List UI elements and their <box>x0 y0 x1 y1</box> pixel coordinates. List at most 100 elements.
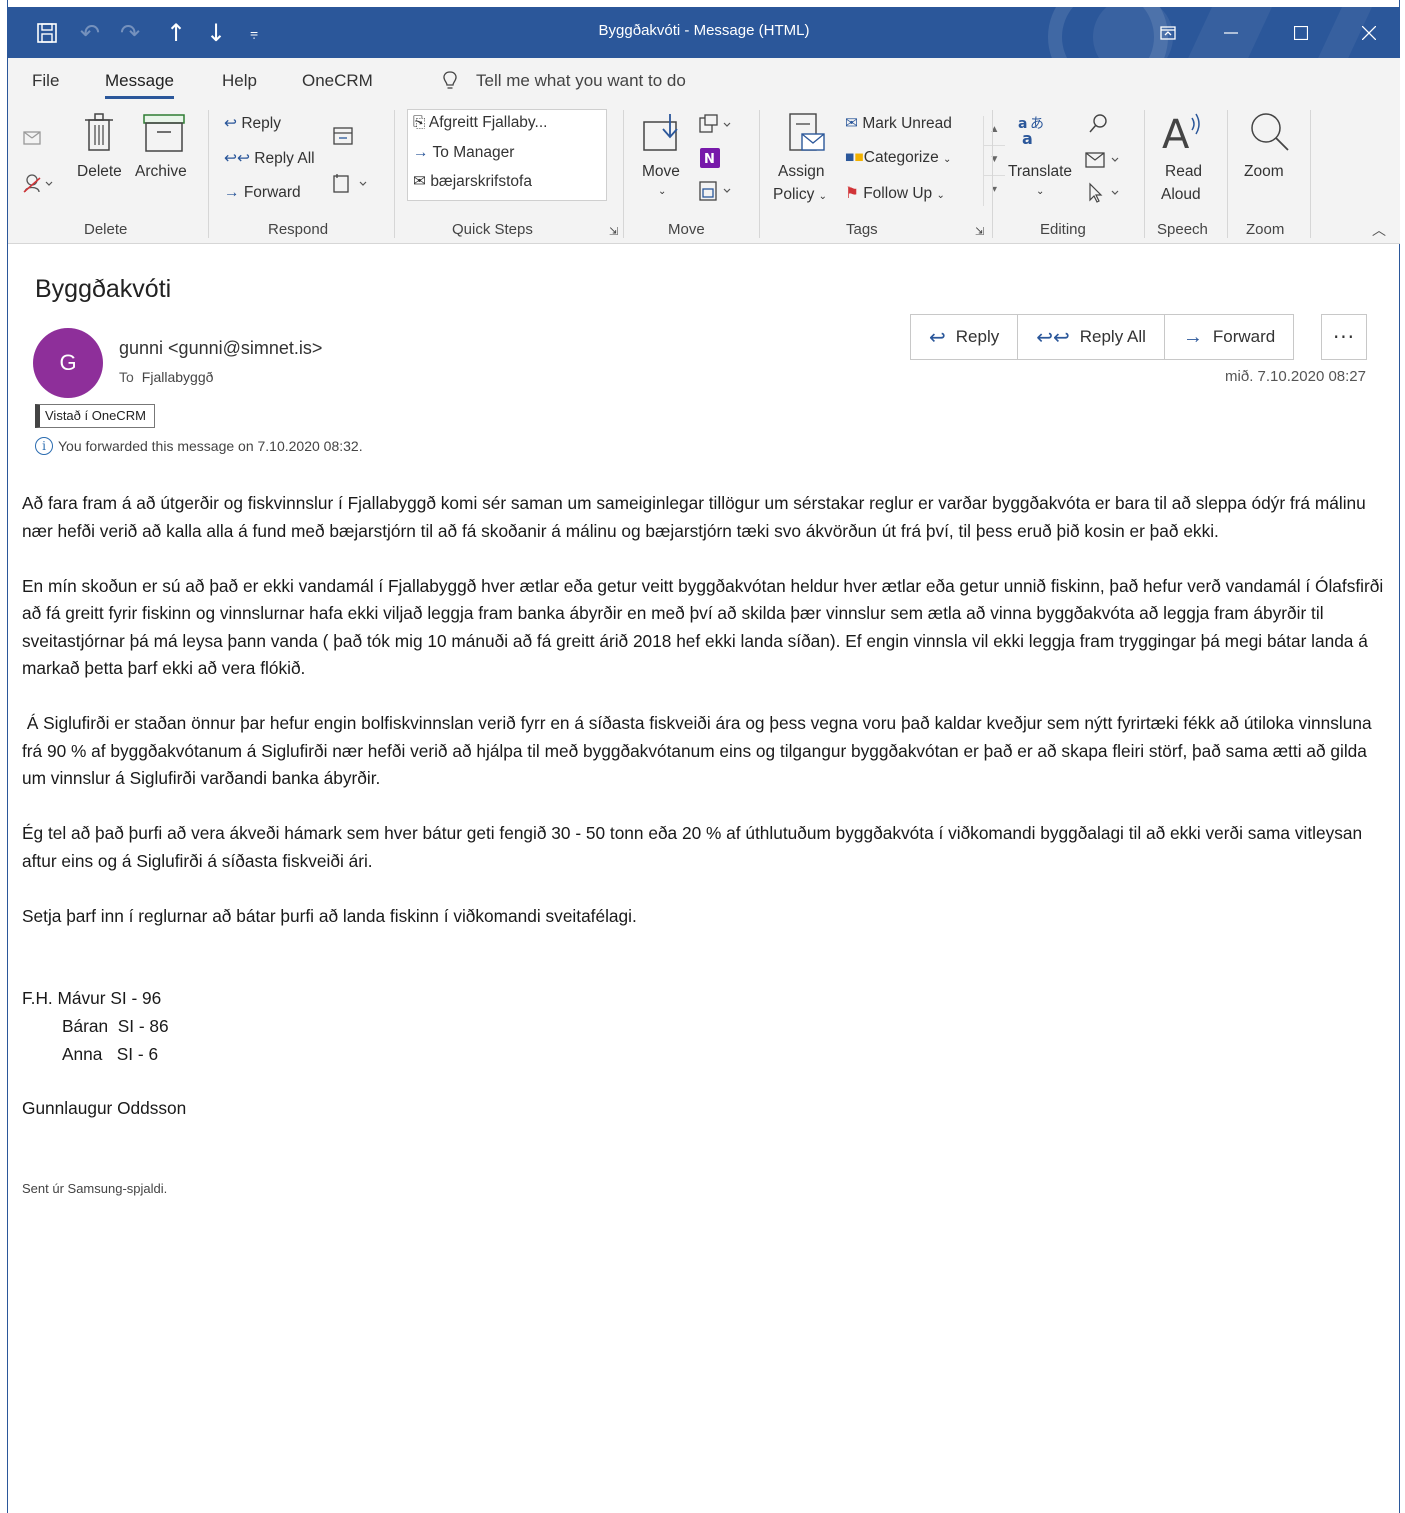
categorize-icon: ■■ <box>845 149 864 166</box>
sender[interactable]: gunni <gunni@simnet.is> <box>119 338 322 359</box>
sent-from: Sent úr Samsung-spjaldi. <box>22 1181 168 1196</box>
move-dropdown-icon[interactable]: ⌄ <box>658 186 666 197</box>
reply-action-button[interactable]: ↩ Reply <box>911 315 1019 359</box>
read-aloud-label[interactable]: Aloud <box>1161 186 1201 204</box>
tab-file[interactable]: File <box>32 71 59 91</box>
lightbulb-icon <box>442 71 458 96</box>
minimize-icon[interactable] <box>1208 7 1254 58</box>
collapse-ribbon-icon[interactable]: ︿ <box>1372 220 1386 240</box>
reply-icon: ↩ <box>929 326 946 349</box>
rules-icon[interactable] <box>698 114 734 141</box>
body-paragraph: En mín skoðun er sú að það er ekki vanda… <box>22 575 1384 679</box>
boat-line: F.H. Mávur SI - 96 <box>22 988 162 1008</box>
reply-all-button[interactable]: ↩↩ Reply All <box>224 149 315 168</box>
more-respond-icon[interactable] <box>332 172 372 199</box>
cleanup-icon[interactable] <box>22 172 56 199</box>
message-body: Að fara fram á að útgerðir og fiskvinnsl… <box>22 490 1387 958</box>
envelope-icon: ✉ <box>413 173 426 190</box>
policy-dropdown[interactable]: Policy ⌄ <box>773 186 827 204</box>
read-aloud-icon[interactable]: A <box>1162 110 1204 159</box>
group-label-tags: Tags <box>846 221 878 238</box>
group-label-delete: Delete <box>84 221 128 238</box>
delete-icon[interactable] <box>84 112 114 157</box>
group-label-move: Move <box>668 221 705 238</box>
delete-button[interactable]: Delete <box>77 163 122 181</box>
message-actions: ↩ Reply ↩↩ Reply All → Forward <box>910 314 1295 360</box>
archive-icon[interactable] <box>143 114 185 157</box>
move-button[interactable]: Move <box>642 163 680 181</box>
recipients-line: To Fjallabyggð <box>119 369 214 385</box>
follow-up-button[interactable]: ⚑ Follow Up ⌄ <box>845 184 945 203</box>
categorize-button[interactable]: ■■Categorize ⌄ <box>845 149 951 167</box>
quick-step-3[interactable]: ✉ bæjarskrifstofa <box>413 172 532 191</box>
forward-icon: → <box>1182 325 1203 348</box>
quick-steps-gallery: ⎘ Afgreitt Fjallaby... → To Manager ✉ bæ… <box>407 109 1005 206</box>
avatar[interactable]: G <box>33 328 103 398</box>
reply-all-action-button[interactable]: ↩↩ Reply All <box>1018 315 1165 359</box>
signature: Gunnlaugur Oddsson <box>22 1098 187 1118</box>
tab-help[interactable]: Help <box>222 71 257 91</box>
translate-button[interactable]: Translate <box>1008 163 1072 181</box>
message-date: mið. 7.10.2020 08:27 <box>1225 368 1366 385</box>
info-icon: i <box>35 437 53 455</box>
quick-step-2[interactable]: → To Manager <box>413 144 514 162</box>
tab-message[interactable]: Message <box>105 71 174 99</box>
reply-all-icon: ↩↩ <box>224 150 250 167</box>
find-icon[interactable] <box>1088 112 1110 139</box>
group-label-editing: Editing <box>1040 221 1086 238</box>
zoom-button[interactable]: Zoom <box>1244 163 1284 181</box>
reply-icon: ↩ <box>224 115 237 132</box>
recipient[interactable]: Fjallabyggð <box>142 369 214 385</box>
mark-unread-icon: ✉ <box>845 115 858 132</box>
group-label-respond: Respond <box>268 221 329 238</box>
related-icon[interactable] <box>1084 150 1124 175</box>
reply-button[interactable]: ↩ Reply <box>224 114 281 133</box>
archive-button[interactable]: Archive <box>135 163 187 181</box>
ignore-icon[interactable] <box>22 128 44 153</box>
forward-action-button[interactable]: → Forward <box>1165 315 1293 359</box>
info-bar[interactable]: i You forwarded this message on 7.10.2020… <box>35 437 363 455</box>
category-tag[interactable]: Vistað í OneCRM <box>35 404 155 428</box>
more-actions-button[interactable]: ··· <box>1321 314 1367 360</box>
body-paragraph: Setja þarf inn í reglurnar að bátar þurf… <box>22 905 637 926</box>
title-bar: ↶ ↷ ↑ ↓ ⩦ Byggðakvóti - Message (HTML) <box>8 7 1400 58</box>
mark-unread-button[interactable]: ✉ Mark Unread <box>845 114 952 133</box>
quick-step-1[interactable]: ⎘ Afgreitt Fjallaby... <box>413 114 547 132</box>
group-label-quick-steps: Quick Steps <box>452 221 533 238</box>
flag-icon: ⚑ <box>845 185 859 202</box>
assign-policy-button[interactable]: Assign <box>778 163 825 181</box>
move-icon[interactable] <box>642 112 686 159</box>
boat-line: Anna SI - 6 <box>62 1044 159 1064</box>
forward-icon: → <box>224 184 240 201</box>
translate-dropdown-icon[interactable]: ⌄ <box>1036 186 1044 197</box>
dialog-launcher-icon[interactable]: ⇲ <box>609 225 618 238</box>
inbox-icon: ⎘ <box>413 114 426 131</box>
message-subject: Byggðakvóti <box>35 275 172 303</box>
ribbon-display-icon[interactable] <box>1145 7 1191 58</box>
ribbon: Delete Archive Delete ↩ Reply ↩↩ Reply A… <box>8 104 1400 244</box>
menu-bar: File Message Help OneCRM Tell me what yo… <box>8 58 1400 104</box>
translate-icon[interactable]: aあa <box>1018 114 1050 153</box>
tab-onecrm[interactable]: OneCRM <box>302 71 373 91</box>
window-title: Byggðakvóti - Message (HTML) <box>598 22 810 39</box>
read-aloud-button[interactable]: Read <box>1165 163 1202 181</box>
svg-text:a: a <box>1022 129 1033 148</box>
assign-policy-icon[interactable] <box>788 112 826 159</box>
select-icon[interactable] <box>1084 182 1124 209</box>
group-label-zoom: Zoom <box>1246 221 1285 238</box>
maximize-icon[interactable] <box>1278 7 1324 58</box>
actions-icon[interactable] <box>698 180 734 207</box>
quick-steps-scroll[interactable]: ▲ ▼ ▾ <box>983 116 1005 206</box>
onenote-icon[interactable]: N <box>700 148 720 173</box>
body-paragraph: Á Siglufirði er staðan önnur þar hefur e… <box>22 713 1377 788</box>
svg-text:N: N <box>704 152 715 167</box>
tell-me-search[interactable]: Tell me what you want to do <box>476 71 686 91</box>
arrow-right-icon: → <box>413 144 429 161</box>
close-icon[interactable] <box>1346 7 1392 58</box>
outlook-message-window: ↶ ↷ ↑ ↓ ⩦ Byggðakvóti - Message (HTML) F… <box>7 0 1400 1513</box>
forward-button[interactable]: → Forward <box>224 184 301 202</box>
boat-line: Báran SI - 86 <box>62 1016 169 1036</box>
zoom-icon[interactable] <box>1248 110 1292 159</box>
meeting-icon[interactable] <box>332 124 354 151</box>
tags-dialog-launcher-icon[interactable]: ⇲ <box>975 225 984 238</box>
